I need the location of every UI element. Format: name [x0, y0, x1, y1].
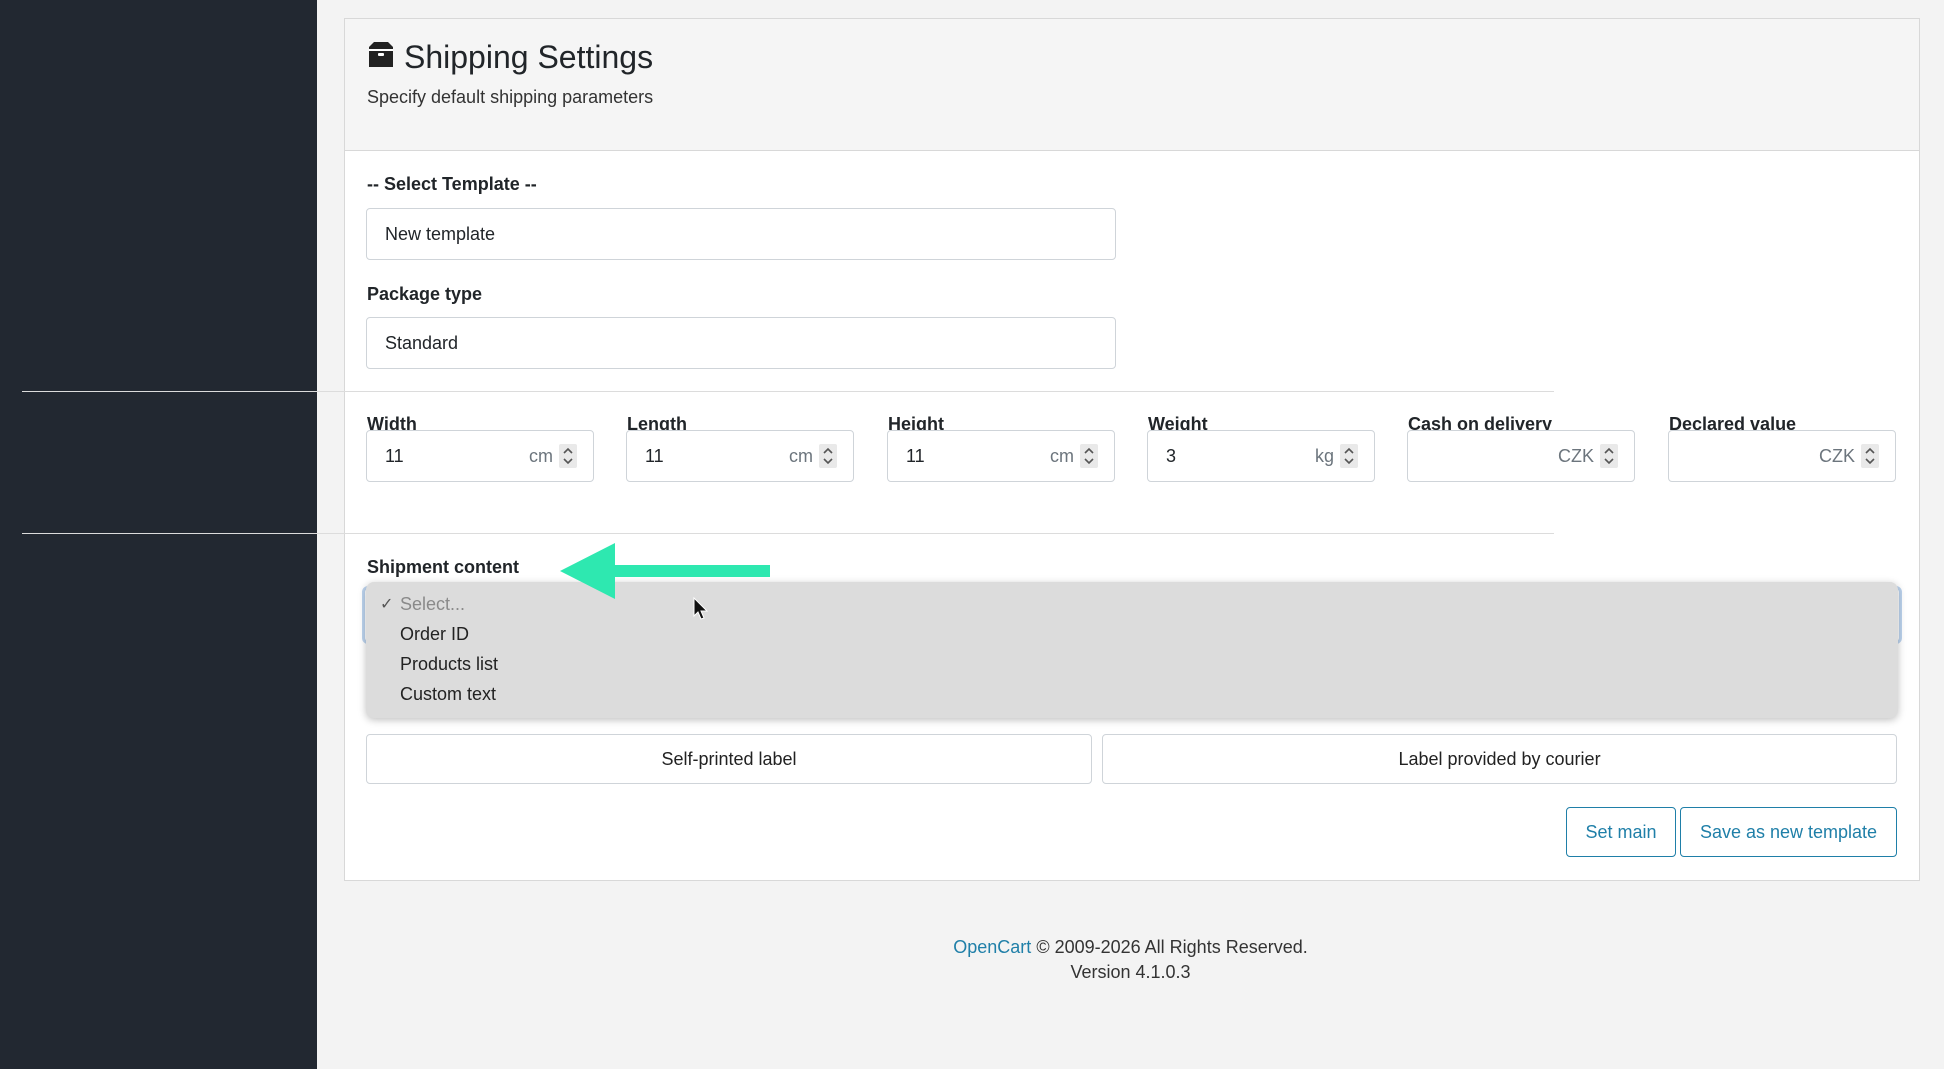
stepper-icon[interactable] [1600, 444, 1618, 468]
stepper-icon[interactable] [819, 444, 837, 468]
opencart-link[interactable]: OpenCart [953, 937, 1031, 957]
mouse-cursor-icon [693, 597, 709, 620]
footer-copyright-line: OpenCart © 2009-2026 All Rights Reserved… [317, 935, 1944, 960]
dimension-input[interactable]: CZK [1407, 430, 1635, 482]
dimension-value: 11 [906, 446, 925, 466]
dropdown-option[interactable]: Custom text [400, 684, 496, 705]
sidebar [0, 0, 317, 1069]
dimension-value: 3 [1166, 446, 1177, 466]
self-printed-label-text: Self-printed label [661, 748, 797, 769]
footer-version: Version 4.1.0.3 [1070, 962, 1191, 982]
package-type-select[interactable]: Standard [366, 317, 1116, 369]
dropdown-option[interactable]: Order ID [400, 624, 469, 645]
template-select-value: New template [385, 223, 496, 244]
footer: OpenCart © 2009-2026 All Rights Reserved… [317, 935, 1944, 985]
checkmark-icon: ✓ [380, 596, 394, 613]
dimension-unit: CZK [1558, 446, 1594, 466]
card-header: Shipping Settings Specify default shippi… [345, 19, 1919, 151]
dimension-unit: cm [1050, 446, 1074, 466]
package-type-value: Standard [385, 332, 459, 353]
stepper-icon[interactable] [1861, 444, 1879, 468]
box-icon [367, 41, 404, 74]
save-as-new-template-label: Save as new template [1699, 821, 1878, 842]
courier-label-text: Label provided by courier [1398, 748, 1601, 769]
footer-copyright: © 2009-2026 All Rights Reserved. [1036, 937, 1308, 957]
arrow-left-icon [560, 543, 770, 599]
dimension-input[interactable]: 11 cm [626, 430, 854, 482]
dimension-unit: cm [529, 446, 553, 466]
package-type-label: Package type [367, 284, 483, 304]
dimension-unit: CZK [1819, 446, 1855, 466]
dimension-unit: cm [789, 446, 813, 466]
dimension-value: 11 [385, 446, 404, 466]
courier-label-button[interactable]: Label provided by courier [1102, 734, 1897, 784]
save-as-new-template-button[interactable]: Save as new template [1680, 807, 1897, 857]
divider [22, 533, 1554, 534]
self-printed-label-button[interactable]: Self-printed label [366, 734, 1092, 784]
stepper-icon[interactable] [1340, 444, 1358, 468]
dimension-unit: kg [1314, 446, 1334, 466]
dropdown-option[interactable]: Select... [400, 594, 465, 615]
set-main-button[interactable]: Set main [1566, 807, 1676, 857]
shipment-content-dropdown: ✓ Select... Order ID Products list Custo… [366, 582, 1898, 718]
template-label: -- Select Template -- [367, 174, 537, 194]
divider [22, 391, 1554, 392]
dimension-input[interactable]: 11 cm [366, 430, 594, 482]
stepper-icon[interactable] [559, 444, 577, 468]
dimension-input[interactable]: 3 kg [1147, 430, 1375, 482]
title-row: Shipping Settings [367, 39, 653, 76]
dropdown-option[interactable]: Products list [400, 654, 498, 675]
template-select[interactable]: New template [366, 208, 1116, 260]
shipment-content-label: Shipment content [367, 557, 519, 577]
stepper-icon[interactable] [1080, 444, 1098, 468]
dimension-input[interactable]: CZK [1668, 430, 1896, 482]
dimension-input[interactable]: 11 cm [887, 430, 1115, 482]
page-subtitle: Specify default shipping parameters [367, 87, 654, 107]
set-main-label: Set main [1585, 821, 1657, 842]
dimension-value: 11 [645, 446, 664, 466]
page-title: Shipping Settings [404, 39, 654, 75]
